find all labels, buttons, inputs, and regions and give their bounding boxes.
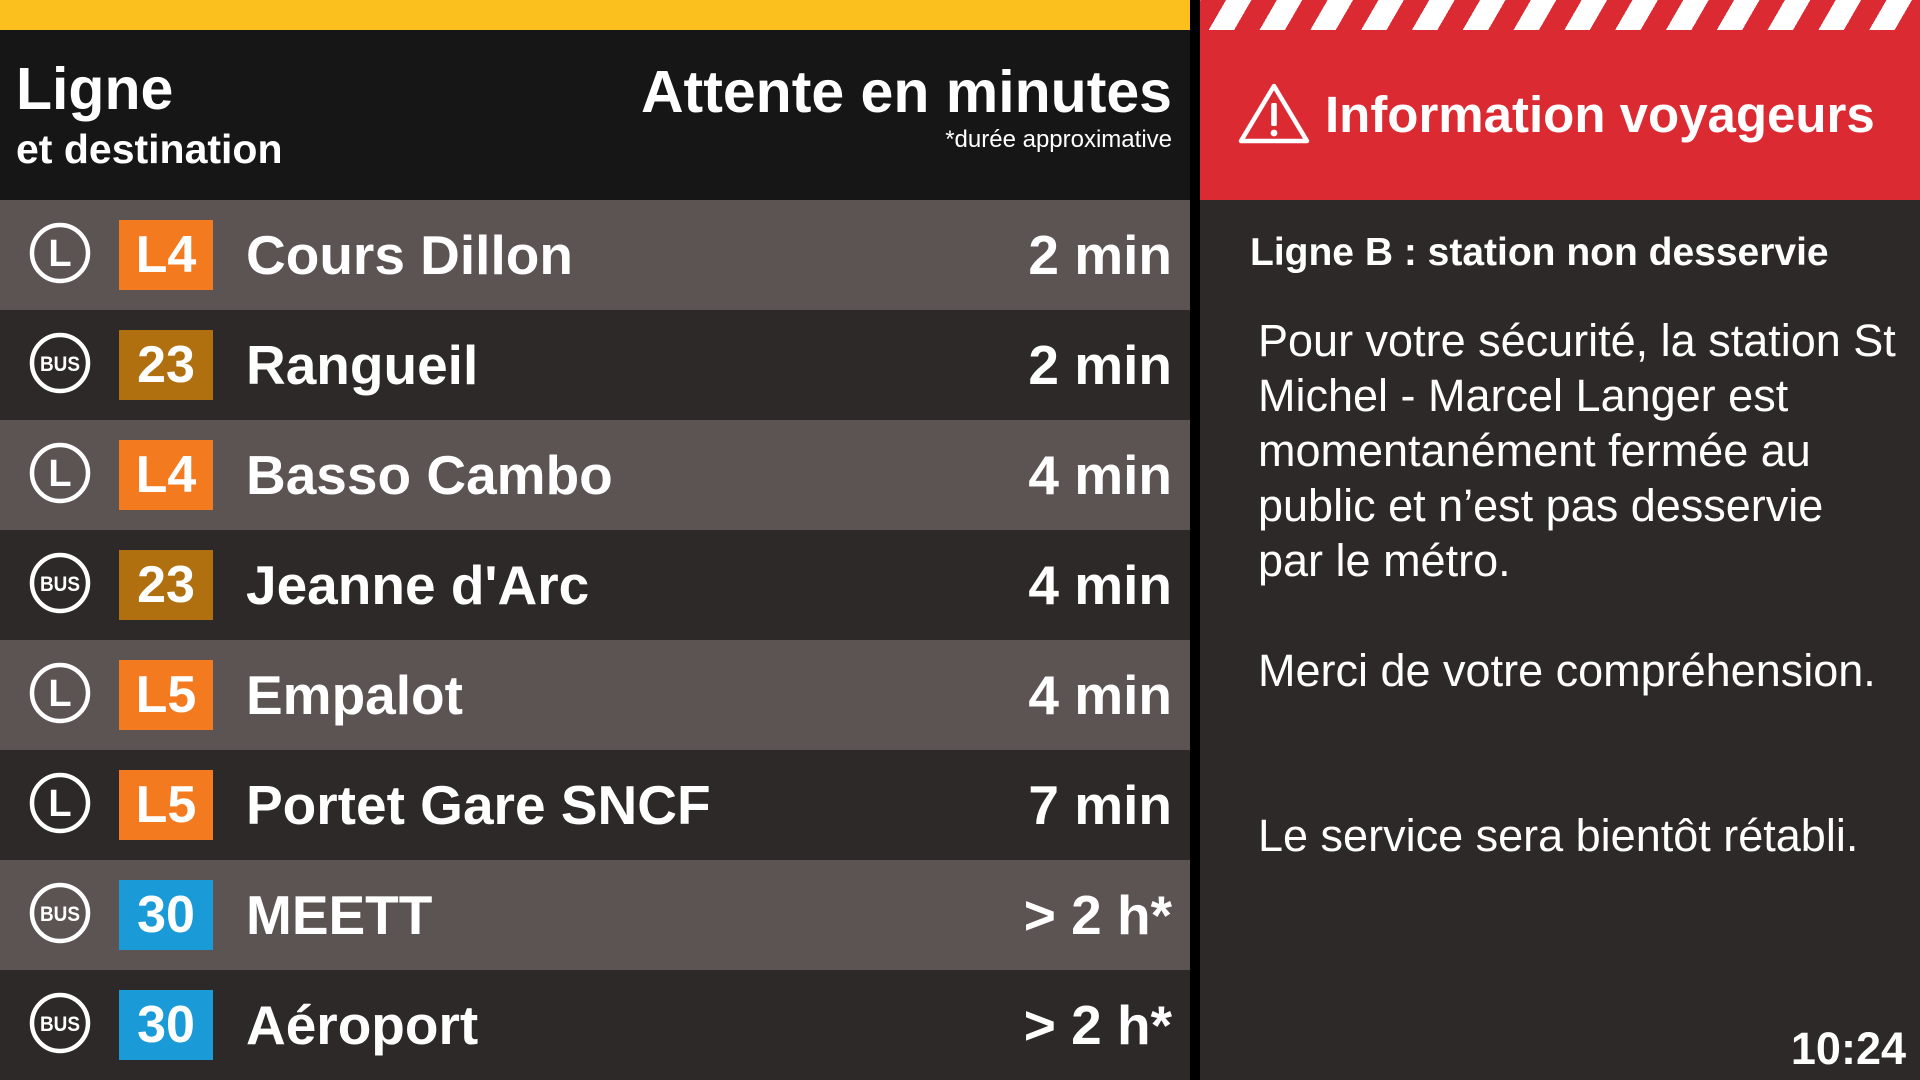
departures-panel: Ligne et destination Attente en minutes … [0,0,1190,1080]
wait-time: 7 min [1028,774,1172,836]
departures-header: Ligne et destination Attente en minutes … [0,30,1190,200]
departure-row: BUS 30 MEETT > 2 h* [0,860,1190,970]
warning-stripes [1200,0,1920,30]
departure-row: L L4 Cours Dillon 2 min [0,200,1190,310]
bus-circle-icon: BUS [29,992,91,1054]
info-header: Information voyageurs [1200,30,1920,200]
header-wait-note: *durée approximative [945,126,1172,153]
warning-triangle-icon [1238,82,1310,144]
wait-time: 4 min [1028,664,1172,726]
departure-row: BUS 30 Aéroport > 2 h* [0,970,1190,1080]
L-circle-icon: L [29,442,91,504]
clock: 10:24 [1790,1023,1906,1074]
header-wait-label: Attente en minutes [640,59,1172,125]
destination-name: Portet Gare SNCF [246,774,711,836]
destination-name: Jeanne d'Arc [246,554,590,616]
alert-title: Ligne B : station non desservie [1250,231,1829,274]
departure-row: BUS 23 Rangueil 2 min [0,310,1190,420]
alert-message: Pour votre sécurité, la station St Miche… [1258,315,1896,586]
yellow-top-bar [0,0,1190,30]
line-badge: 30 [119,880,213,950]
destination-name: Aéroport [246,994,479,1056]
svg-text:L: L [48,453,71,495]
alert-restore: Le service sera bientôt rétabli. [1258,810,1859,861]
wait-time: 2 min [1028,334,1172,396]
info-title: Information voyageurs [1325,86,1875,143]
alert-thanks: Merci de votre compréhension. [1258,645,1876,696]
departure-row: L L4 Basso Cambo 4 min [0,420,1190,530]
destination-name: Rangueil [246,334,479,396]
departure-row: BUS 23 Jeanne d'Arc 4 min [0,530,1190,640]
wait-time: 4 min [1028,554,1172,616]
wait-time: > 2 h* [1023,994,1172,1056]
wait-time: 4 min [1028,444,1172,506]
bus-circle-icon: BUS [29,882,91,944]
svg-text:L: L [48,233,71,275]
svg-text:L: L [48,673,71,715]
L-circle-icon: L [29,662,91,724]
svg-text:BUS: BUS [40,353,80,376]
wait-time: > 2 h* [1023,884,1172,946]
svg-text:L: L [48,783,71,825]
traveller-info-panel: Information voyageurs Ligne B : station … [1200,0,1920,1080]
bus-circle-icon: BUS [29,332,91,394]
line-badge: L5 [119,770,213,840]
svg-text:BUS: BUS [40,903,80,926]
header-destination-label: et destination [16,126,283,172]
line-badge: L5 [119,660,213,730]
destination-name: Cours Dillon [246,224,573,286]
line-badge: 23 [119,330,213,400]
line-badge: L4 [119,440,213,510]
departures-list: L L4 Cours Dillon 2 min BUS 23 Rangueil 2 min L L… [0,200,1190,1080]
svg-text:BUS: BUS [40,1013,80,1036]
svg-text:BUS: BUS [40,573,80,596]
L-circle-icon: L [29,222,91,284]
departure-row: L L5 Empalot 4 min [0,640,1190,750]
bus-circle-icon: BUS [29,552,91,614]
line-badge: 30 [119,990,213,1060]
destination-name: Empalot [246,664,463,726]
header-line-label: Ligne [16,56,174,122]
wait-time: 2 min [1028,224,1172,286]
line-badge: L4 [119,220,213,290]
L-circle-icon: L [29,772,91,834]
destination-name: MEETT [246,884,433,946]
departure-row: L L5 Portet Gare SNCF 7 min [0,750,1190,860]
line-badge: 23 [119,550,213,620]
destination-name: Basso Cambo [246,444,613,506]
